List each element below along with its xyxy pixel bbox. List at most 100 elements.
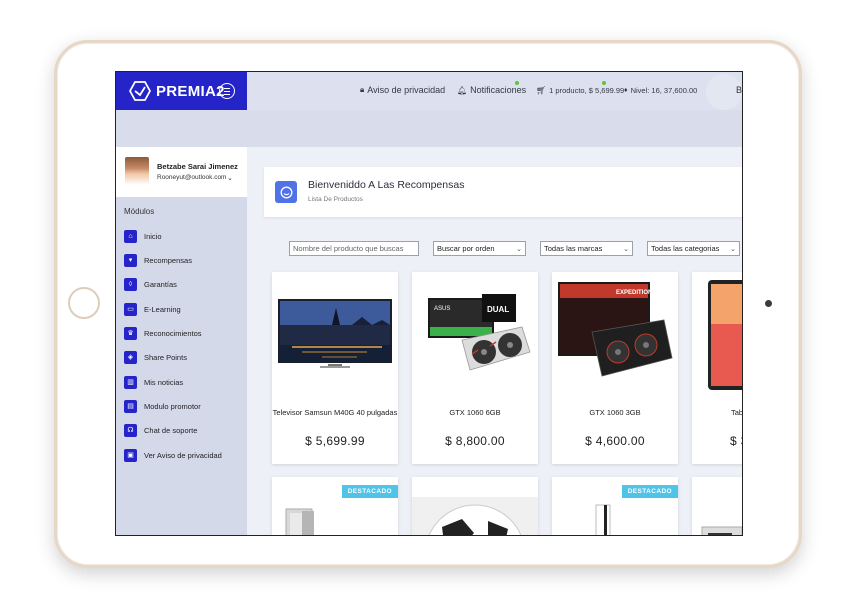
sidebar-item-label: Chat de soporte <box>144 425 198 435</box>
search-box[interactable] <box>289 241 419 256</box>
sidebar-item-reconocimientos[interactable]: ♛ Reconocimientos <box>124 326 202 340</box>
sidebar-item-privacidad[interactable]: ▣ Ver Aviso de privacidad <box>124 448 222 462</box>
product-name: GTX 1060 6GB <box>449 408 501 417</box>
cart-indicator <box>602 81 606 85</box>
sidebar-item-inicio[interactable]: ⌂ Inicio <box>124 229 162 243</box>
product-price: $ 5,699.99 <box>305 434 365 448</box>
soccer-ball-image <box>412 497 538 535</box>
pin-icon: ♦ <box>624 87 628 94</box>
chevron-down-icon: ⌄ <box>730 245 736 253</box>
profile-photo <box>125 157 149 185</box>
sidebar-item-share-points[interactable]: ◈ Share Points <box>124 350 187 364</box>
user-menu-label[interactable]: Be <box>736 85 742 95</box>
headset-icon: ☊ <box>124 423 137 437</box>
product-card[interactable]: DESTACADO <box>272 477 398 535</box>
chevron-down-icon: ⌄ <box>623 245 629 253</box>
sidebar-item-recompensas[interactable]: ▾ Recompensas <box>124 253 192 267</box>
chevron-down-icon: ⌄ <box>516 245 522 253</box>
notification-indicator <box>515 81 519 85</box>
brand-block[interactable]: PREMIA2 <box>116 72 247 110</box>
tablet-image <box>708 280 742 390</box>
cart-icon: 🛒︎ <box>536 86 547 95</box>
sidebar-item-label: Inicio <box>144 231 162 241</box>
appliance-image <box>701 526 742 535</box>
chevron-down-icon[interactable]: ⌄ <box>227 174 233 182</box>
profile-name: Betzabe Sarai Jimenez <box>157 162 238 171</box>
privacy-link[interactable]: 🔒︎ Aviso de privacidad <box>360 85 445 95</box>
welcome-panel: Bienveniddo A Las Recompensas Lista De P… <box>264 167 742 217</box>
sidebar-item-label: Modulo promotor <box>144 401 201 411</box>
gpu-image: ASUS DUAL <box>428 294 531 371</box>
home-icon: ⌂ <box>124 229 137 243</box>
product-card[interactable]: EXPEDITION GTX 1060 3GB $ 4,600.00 <box>552 272 678 464</box>
sidebar-item-label: Mis noticias <box>144 377 184 387</box>
product-card[interactable] <box>412 477 538 535</box>
app-screen: PREMIA2 🔒︎ Aviso de privacidad 🔔︎ Notifi… <box>115 71 743 536</box>
logo-icon <box>129 81 151 101</box>
sidebar-item-label: Reconocimientos <box>144 328 202 338</box>
bell-icon: 🔔︎ <box>457 85 468 95</box>
sidebar-item-chat[interactable]: ☊ Chat de soporte <box>124 423 197 437</box>
main-content: Bienveniddo A Las Recompensas Lista De P… <box>247 147 743 535</box>
sidebar-item-label: Recompensas <box>144 255 192 265</box>
notifications-link[interactable]: 🔔︎ Notificaciones <box>457 85 526 95</box>
product-card[interactable]: Tabl $ 3 <box>692 272 743 464</box>
brand-name: PREMIA2 <box>156 83 225 100</box>
product-price: $ 4,600.00 <box>585 434 645 448</box>
modules-heading: Módulos <box>124 207 155 216</box>
card-icon: ▤ <box>124 399 137 413</box>
sidebar-item-promotor[interactable]: ▤ Modulo promotor <box>124 399 201 413</box>
sidebar-item-label: E-Learning <box>144 304 181 314</box>
order-select-value: Buscar por orden <box>437 244 495 253</box>
trophy-icon: ♛ <box>124 326 137 340</box>
share-icon: ◈ <box>124 350 137 364</box>
cart-label: 1 producto, $ 5,699.99 <box>549 86 625 95</box>
level-label: Nivel: 16, 37,600.00 <box>630 86 698 95</box>
tv-image <box>278 299 392 368</box>
order-select[interactable]: Buscar por orden ⌄ <box>433 241 526 256</box>
profile-card[interactable]: Betzabe Sarai Jimenez Rooneyut@outlook.c… <box>116 147 247 197</box>
product-card[interactable] <box>692 477 742 535</box>
search-input[interactable] <box>293 244 415 253</box>
sidebar-item-label: Share Points <box>144 352 187 362</box>
featured-badge: DESTACADO <box>341 485 398 498</box>
product-name: Televisor Samsun M40G 40 pulgadas <box>272 408 398 417</box>
category-select[interactable]: Todas las categorias ⌄ <box>647 241 740 256</box>
book-icon: ▥ <box>124 375 137 389</box>
home-button <box>68 287 100 319</box>
product-price: $ 3 <box>730 434 742 448</box>
product-price: $ 8,800.00 <box>445 434 505 448</box>
smile-icon <box>275 181 297 203</box>
featured-badge: DESTACADO <box>621 485 678 498</box>
header-band <box>116 110 742 147</box>
category-select-value: Todas las categorias <box>651 244 720 253</box>
brand-select[interactable]: Todas las marcas ⌄ <box>540 241 633 256</box>
monitor-icon: ▭ <box>124 302 137 316</box>
menu-toggle-button[interactable] <box>219 83 235 99</box>
profile-email: Rooneyut@outlook.com <box>157 174 227 181</box>
top-navbar: PREMIA2 🔒︎ Aviso de privacidad 🔔︎ Notifi… <box>116 72 742 110</box>
cart-icon: ▾ <box>124 253 137 267</box>
notifications-label: Notificaciones <box>470 85 527 95</box>
sidebar-item-noticias[interactable]: ▥ Mis noticias <box>124 375 183 389</box>
brand-select-value: Todas las marcas <box>544 244 603 253</box>
privacy-label: Aviso de privacidad <box>367 85 446 95</box>
product-card[interactable]: ASUS DUAL GTX 1060 6GB $ 8,800.00 <box>412 272 538 464</box>
sidebar-item-garantias[interactable]: ◊ Garantías <box>124 277 177 291</box>
level-info: ♦ Nivel: 16, 37,600.00 <box>624 86 697 95</box>
page-title: Bienveniddo A Las Recompensas <box>308 179 465 191</box>
page-subtitle: Lista De Productos <box>308 196 363 203</box>
gpu-brand-text: ASUS <box>434 306 450 312</box>
cart-link[interactable]: 🛒︎ 1 producto, $ 5,699.99 <box>536 86 624 95</box>
gpu-model-text: DUAL <box>487 305 509 314</box>
product-name: Tabl <box>731 408 743 417</box>
product-card[interactable]: DESTACADO <box>552 477 678 535</box>
sidebar-item-elearning[interactable]: ▭ E-Learning <box>124 302 181 316</box>
product-name: GTX 1060 3GB <box>589 408 641 417</box>
sidebar: Betzabe Sarai Jimenez Rooneyut@outlook.c… <box>116 147 247 535</box>
lock-icon: 🔒︎ <box>360 85 365 94</box>
shield-icon: ◊ <box>124 277 137 291</box>
product-card[interactable]: Televisor Samsun M40G 40 pulgadas $ 5,69… <box>272 272 398 464</box>
camera-dot <box>765 300 772 307</box>
sidebar-item-label: Ver Aviso de privacidad <box>144 450 222 460</box>
